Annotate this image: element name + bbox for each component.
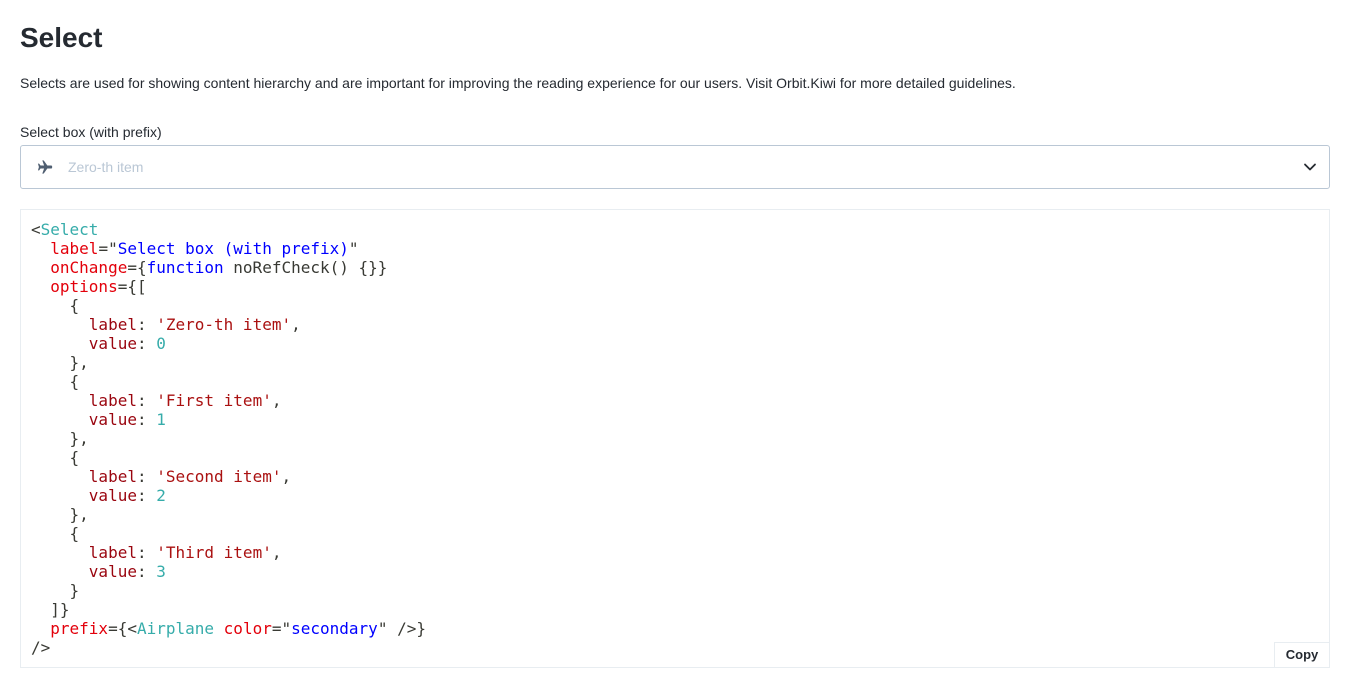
- code-snippet: <Select label="Select box (with prefix)"…: [31, 220, 426, 657]
- page-title: Select: [20, 22, 103, 53]
- select-value: Zero-th item: [68, 159, 144, 175]
- code-tag: Select: [40, 220, 99, 239]
- page: Select Selects are used for showing cont…: [0, 0, 1350, 687]
- code-snippet-panel: <Select label="Select box (with prefix)"…: [20, 209, 1330, 668]
- page-description: Selects are used for showing content hie…: [20, 75, 1016, 91]
- select-label: Select box (with prefix): [20, 124, 162, 140]
- select-box[interactable]: Zero-th item: [20, 145, 1330, 189]
- chevron-down-icon: [1304, 163, 1316, 171]
- copy-button[interactable]: Copy: [1274, 642, 1329, 667]
- airplane-icon: [37, 160, 53, 174]
